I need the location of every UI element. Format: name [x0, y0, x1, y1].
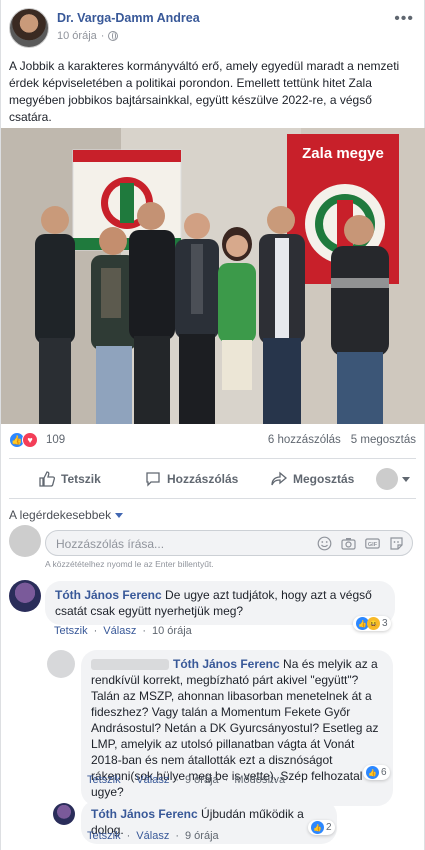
post-photo[interactable]: Zala megye: [1, 128, 425, 424]
post-time[interactable]: 10 órája: [57, 30, 97, 42]
more-options-icon[interactable]: •••: [394, 10, 414, 28]
mentioned-user[interactable]: [91, 659, 169, 671]
comment-composer[interactable]: GIF: [45, 530, 413, 556]
comment-input[interactable]: [56, 535, 296, 553]
group-photo-illustration: Zala megye: [1, 128, 425, 424]
edited-label[interactable]: Módosítva: [234, 774, 285, 786]
comment-time[interactable]: 9 órája: [185, 774, 219, 786]
gif-icon[interactable]: GIF: [365, 536, 380, 551]
comment-reply-link[interactable]: Válasz: [136, 830, 169, 842]
comment-like-link[interactable]: Tetszik: [54, 625, 88, 637]
current-user-avatar: [9, 525, 41, 557]
comment-reply-link[interactable]: Válasz: [136, 774, 169, 786]
comment-like-link[interactable]: Tetszik: [87, 774, 121, 786]
commenter-name[interactable]: Tóth János Ferenc: [173, 657, 280, 671]
post-meta: 10 órája ·: [57, 30, 119, 42]
commenter-name[interactable]: Tóth János Ferenc: [91, 807, 198, 821]
post-text: A Jobbik a karakteres kormányváltó erő, …: [9, 59, 400, 124]
comment-meta: Tetszik · Válasz · 10 órája: [54, 625, 192, 637]
page-avatar: [376, 468, 398, 490]
comment-reaction-count: 6: [381, 767, 387, 778]
share-icon: [271, 471, 287, 486]
share-as-selector[interactable]: [376, 468, 410, 490]
sticker-icon[interactable]: [389, 536, 404, 551]
comment-icon: [146, 472, 160, 487]
comment-reply-link[interactable]: Válasz: [103, 625, 136, 637]
chevron-down-icon: [402, 476, 410, 482]
commenter-avatar[interactable]: [9, 580, 41, 612]
comment-like-link[interactable]: Tetszik: [87, 830, 121, 842]
engagement-counts: 6 hozzászólás 5 megosztás: [268, 434, 416, 446]
haha-reaction-icon: 😆: [367, 617, 380, 630]
reactions-summary: 👍 ♥ 109 6 hozzászólás 5 megosztás: [9, 432, 416, 450]
comment-reactions[interactable]: 👍 😆 3: [353, 616, 391, 631]
composer-tools: GIF: [317, 536, 404, 551]
comment-reaction-count: 2: [326, 822, 332, 833]
comment-filter-label: A legérdekesebbek: [9, 508, 112, 522]
reaction-icons[interactable]: 👍 ♥: [9, 432, 38, 448]
love-reaction-icon: ♥: [22, 432, 38, 448]
commenter-name[interactable]: Tóth János Ferenc: [55, 588, 162, 602]
camera-icon[interactable]: [341, 536, 356, 551]
reaction-count[interactable]: 109: [46, 434, 65, 446]
share-button[interactable]: Megosztás: [271, 471, 354, 487]
comment-button-label: Hozzászólás: [167, 472, 239, 486]
comment-reaction-count: 3: [382, 618, 388, 629]
comment-bubble: Tóth János Ferenc De ugye azt tudjátok, …: [45, 581, 395, 625]
comment-meta: Tetszik · Válasz · 9 órája: [87, 830, 219, 842]
divider: [9, 458, 416, 459]
comment-meta: Tetszik · Válasz · 9 órája · Módosítva: [87, 774, 286, 786]
author-avatar[interactable]: [9, 8, 49, 48]
globe-icon: [108, 31, 119, 41]
emoji-icon[interactable]: [317, 536, 332, 551]
banner-text: Zala megye: [302, 145, 384, 162]
comment-count[interactable]: 6 hozzászólás: [268, 434, 341, 446]
action-bar: Tetszik Hozzászólás Megosztás: [9, 464, 416, 494]
composer-hint: A közzétételhez nyomd le az Enter billen…: [45, 559, 214, 569]
commenter-avatar[interactable]: [53, 803, 75, 825]
post-header: Dr. Varga-Damm Andrea 10 órája · •••: [9, 8, 416, 48]
author-name[interactable]: Dr. Varga-Damm Andrea: [57, 11, 200, 25]
thumbs-up-icon: [39, 471, 55, 487]
comment-filter-dropdown[interactable]: A legérdekesebbek: [9, 508, 124, 522]
share-button-label: Megosztás: [293, 472, 355, 486]
share-count[interactable]: 5 megosztás: [351, 434, 416, 446]
comment-button[interactable]: Hozzászólás: [145, 471, 238, 487]
post-card: Dr. Varga-Damm Andrea 10 órája · ••• A J…: [0, 0, 425, 850]
comment-time[interactable]: 10 órája: [152, 625, 192, 637]
chevron-down-icon: [115, 512, 124, 518]
commenter-avatar[interactable]: [47, 650, 75, 678]
like-reaction-icon: 👍: [311, 821, 324, 834]
svg-text:GIF: GIF: [368, 542, 378, 548]
like-button-label: Tetszik: [61, 472, 101, 486]
divider: [9, 498, 416, 499]
comment-reactions[interactable]: 👍 6: [363, 765, 390, 780]
like-reaction-icon: 👍: [366, 766, 379, 779]
like-button[interactable]: Tetszik: [39, 471, 101, 487]
comment-reactions[interactable]: 👍 2: [308, 820, 335, 835]
comment-time[interactable]: 9 órája: [185, 830, 219, 842]
